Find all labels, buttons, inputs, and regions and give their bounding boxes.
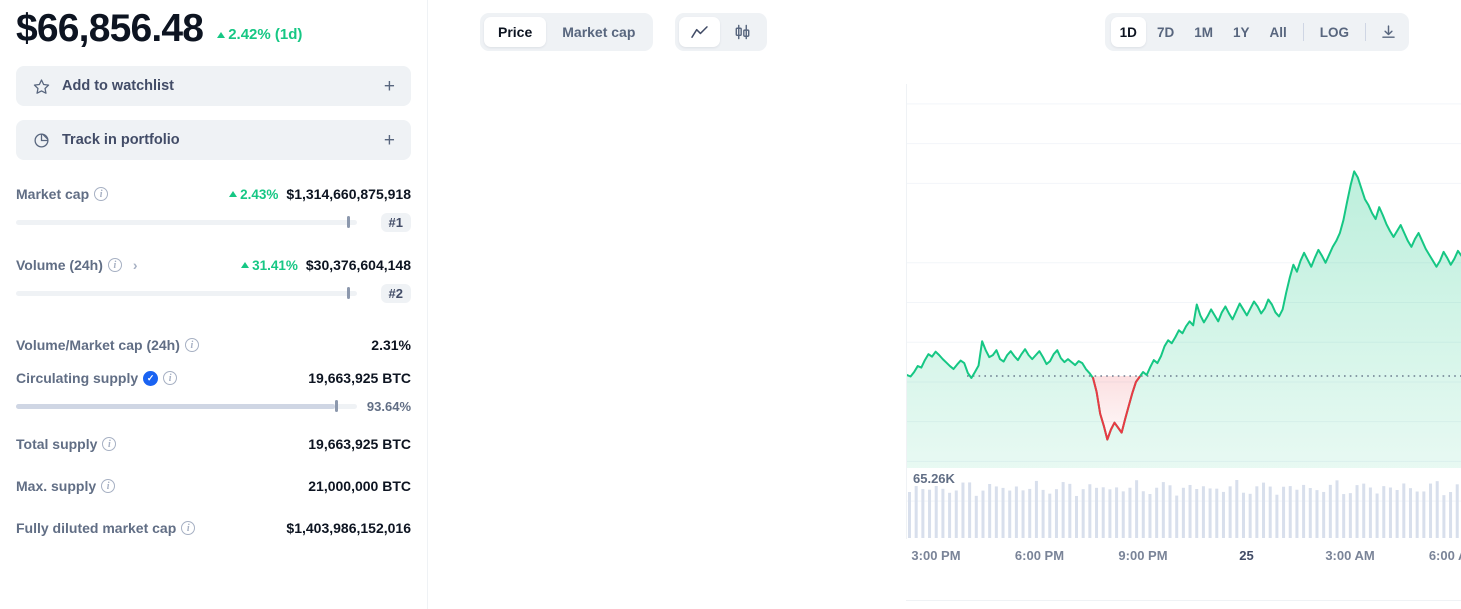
stat-market-cap-value: $1,314,660,875,918 (286, 186, 411, 202)
range-1d[interactable]: 1D (1111, 17, 1146, 47)
x-axis-tick: 25 (1239, 548, 1253, 563)
divider (1365, 23, 1366, 41)
baseline-price-label: 65.26K (913, 471, 958, 486)
coin-stats-panel: $66,856.48 2.42% (1d) Add to watchlist + (0, 0, 428, 609)
caret-up-icon (217, 32, 225, 38)
bar-knob (347, 216, 350, 228)
info-icon[interactable]: i (108, 258, 122, 272)
stat-circulating-supply: Circulating supply ✓ i 19,663,925 BTC 93… (16, 366, 411, 415)
x-axis-tick: 6:00 PM (1015, 548, 1064, 563)
price-header: $66,856.48 2.42% (1d) (16, 0, 411, 52)
stat-fully-diluted-label: Fully diluted market cap i (16, 520, 195, 536)
x-axis-tick: 6:00 AM (1429, 548, 1461, 563)
statistics-list: Market cap i 2.43% $1,314,660,875,918 (16, 182, 411, 549)
verified-icon: ✓ (143, 371, 158, 386)
bar-track (16, 220, 357, 225)
download-icon[interactable] (1373, 17, 1403, 47)
stat-total-supply-value: 19,663,925 BTC (308, 436, 411, 452)
stat-volume-24h-label: Volume (24h) i › (16, 257, 138, 273)
bar-track (16, 404, 357, 409)
stat-volume-24h-value: $30,376,604,148 (306, 257, 411, 273)
info-icon[interactable]: i (94, 187, 108, 201)
x-axis: 3:00 PM6:00 PM9:00 PM253:00 AM6:00 AM9:0… (906, 548, 1461, 572)
add-to-watchlist-button[interactable]: Add to watchlist + (16, 66, 411, 106)
metric-toggle-group: Price Market cap (480, 13, 653, 51)
stat-volume-24h: Volume (24h) i › 31.41% $30,376,604,148 (16, 253, 411, 302)
plus-icon[interactable]: + (384, 77, 395, 96)
divider (1303, 23, 1304, 41)
volume-rank-badge: #2 (381, 284, 411, 303)
time-range-group: 1D 7D 1M 1Y All LOG (1105, 13, 1409, 51)
stat-volume-market-cap-label: Volume/Market cap (24h) i (16, 337, 199, 353)
range-log[interactable]: LOG (1311, 17, 1358, 47)
range-1y[interactable]: 1Y (1224, 17, 1259, 47)
circulating-supply-bar: 93.64% (16, 397, 411, 415)
circulating-supply-pct: 93.64% (357, 399, 411, 414)
price-change-value: 2.42% (1d) (228, 26, 302, 43)
bar-fill (16, 404, 335, 409)
info-icon[interactable]: i (163, 371, 177, 385)
chart-panel: Price Market cap (428, 0, 1461, 609)
stat-circulating-supply-label: Circulating supply ✓ i (16, 370, 177, 386)
stat-total-supply: Total supply i 19,663,925 BTC (16, 423, 411, 465)
tab-price[interactable]: Price (484, 17, 546, 47)
price-chart-plot[interactable]: 65.26K CoinMarketCap (906, 84, 1461, 539)
stat-total-supply-label: Total supply i (16, 436, 116, 452)
volume-rank-bar: #2 (16, 284, 411, 302)
add-to-watchlist-label: Add to watchlist (62, 78, 384, 94)
info-icon[interactable]: i (102, 437, 116, 451)
bottom-divider (906, 600, 1461, 601)
range-7d[interactable]: 7D (1148, 17, 1183, 47)
chart-style-toggle-group (675, 13, 767, 51)
bar-suffix: #2 (357, 284, 411, 303)
current-price: $66,856.48 (16, 6, 203, 52)
track-in-portfolio-label: Track in portfolio (62, 132, 384, 148)
stat-fully-diluted-market-cap: Fully diluted market cap i $1,403,986,15… (16, 507, 411, 549)
chart-toolbar: Price Market cap (428, 0, 1461, 64)
range-all[interactable]: All (1260, 17, 1295, 47)
stat-market-cap: Market cap i 2.43% $1,314,660,875,918 (16, 182, 411, 231)
stat-fully-diluted-value: $1,403,986,152,016 (286, 520, 411, 536)
volume-bars (908, 480, 1461, 538)
stat-market-cap-delta: 2.43% (229, 187, 278, 202)
bar-knob (347, 287, 350, 299)
line-chart-icon[interactable] (679, 17, 720, 47)
stat-circulating-supply-value: 19,663,925 BTC (308, 370, 411, 386)
info-icon[interactable]: i (101, 479, 115, 493)
x-axis-tick: 3:00 PM (911, 548, 960, 563)
chevron-right-icon[interactable]: › (133, 257, 138, 273)
price-change: 2.42% (1d) (217, 26, 302, 52)
market-cap-rank-bar: #1 (16, 213, 411, 231)
price-chart-svg (907, 84, 1461, 539)
star-icon (32, 77, 50, 95)
market-cap-rank-badge: #1 (381, 213, 411, 232)
stat-market-cap-label: Market cap i (16, 186, 108, 202)
info-icon[interactable]: i (181, 521, 195, 535)
coin-detail-page: $66,856.48 2.42% (1d) Add to watchlist + (0, 0, 1461, 609)
stat-volume-market-cap: Volume/Market cap (24h) i 2.31% (16, 324, 411, 366)
bar-suffix: #1 (357, 213, 411, 232)
stat-max-supply-label: Max. supply i (16, 478, 115, 494)
candlestick-icon[interactable] (722, 17, 763, 47)
stat-max-supply: Max. supply i 21,000,000 BTC (16, 465, 411, 507)
bar-knob (335, 400, 338, 412)
stat-volume-market-cap-value: 2.31% (371, 337, 411, 353)
tab-market-cap[interactable]: Market cap (548, 17, 649, 47)
track-in-portfolio-button[interactable]: Track in portfolio + (16, 120, 411, 160)
stat-volume-24h-delta: 31.41% (241, 258, 298, 273)
bar-track (16, 291, 357, 296)
plus-icon[interactable]: + (384, 131, 395, 150)
caret-up-icon (229, 191, 237, 197)
x-axis-tick: 3:00 AM (1325, 548, 1374, 563)
pie-chart-icon (32, 131, 50, 149)
caret-up-icon (241, 262, 249, 268)
info-icon[interactable]: i (185, 338, 199, 352)
range-1m[interactable]: 1M (1185, 17, 1222, 47)
x-axis-tick: 9:00 PM (1118, 548, 1167, 563)
stat-max-supply-value: 21,000,000 BTC (308, 478, 411, 494)
